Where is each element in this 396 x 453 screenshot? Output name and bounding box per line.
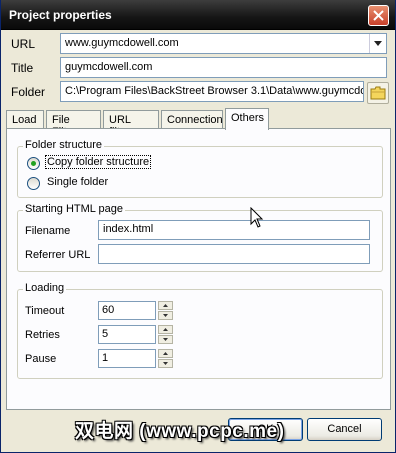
url-combobox[interactable]: www.guymcdowell.com <box>60 33 387 54</box>
tab-label: Connection <box>167 114 223 126</box>
tab-url-filter[interactable]: URL filter <box>103 110 159 138</box>
window-title: Project properties <box>9 8 112 22</box>
folder-structure-title: Folder structure <box>23 139 105 151</box>
browse-folder-button[interactable] <box>367 82 389 104</box>
tab-others[interactable]: Others <box>225 108 269 130</box>
arrow-up-icon <box>163 352 168 355</box>
retries-value: 5 <box>102 328 109 340</box>
pause-spinner[interactable] <box>158 349 173 368</box>
tab-load[interactable]: Load <box>6 110 44 129</box>
pause-label: Pause <box>25 353 57 365</box>
loading-group: Loading Timeout 60 Retries 5 Pause 1 <box>17 282 383 379</box>
title-bar[interactable]: Project properties <box>1 0 395 30</box>
others-tab-panel: Folder structure Copy folder structure S… <box>6 128 391 410</box>
filename-label: Filename <box>25 225 71 237</box>
timeout-down-button[interactable] <box>158 311 173 320</box>
filename-field[interactable]: index.html <box>98 220 370 240</box>
tab-label: Others <box>231 112 265 124</box>
timeout-up-button[interactable] <box>158 301 173 310</box>
retries-field[interactable]: 5 <box>98 325 156 344</box>
arrow-down-icon <box>163 338 168 341</box>
starting-html-page-title: Starting HTML page <box>23 203 126 215</box>
tab-connection[interactable]: Connection <box>161 110 223 129</box>
url-dropdown-button[interactable] <box>369 34 386 53</box>
retries-up-button[interactable] <box>158 325 173 334</box>
tab-label: Load <box>12 114 37 126</box>
referrer-url-field[interactable] <box>98 244 370 264</box>
single-folder-label[interactable]: Single folder <box>47 176 108 188</box>
pause-value: 1 <box>102 352 109 364</box>
url-label: URL <box>11 37 36 51</box>
cancel-button[interactable]: Cancel <box>307 418 382 441</box>
referrer-url-label: Referrer URL <box>25 249 91 261</box>
arrow-up-icon <box>163 304 168 307</box>
mouse-pointer-icon <box>250 207 264 228</box>
close-icon <box>373 10 384 21</box>
pause-down-button[interactable] <box>158 359 173 368</box>
arrow-down-icon <box>163 314 168 317</box>
folder-field[interactable]: C:\Program Files\BackStreet Browser 3.1\… <box>60 81 364 102</box>
title-value: guymcdowell.com <box>65 61 153 73</box>
pause-field[interactable]: 1 <box>98 349 156 368</box>
folder-label: Folder <box>11 85 46 99</box>
retries-label: Retries <box>25 329 60 341</box>
starting-html-page-group: Starting HTML page Filename index.html R… <box>17 203 383 272</box>
pause-up-button[interactable] <box>158 349 173 358</box>
folder-structure-group: Folder structure Copy folder structure S… <box>17 139 383 198</box>
retries-spinner[interactable] <box>158 325 173 344</box>
timeout-value: 60 <box>102 304 115 316</box>
title-label: Title <box>11 61 34 75</box>
single-folder-radio[interactable] <box>27 177 40 190</box>
tab-file-filter[interactable]: File Filter <box>46 110 101 138</box>
arrow-up-icon <box>163 328 168 331</box>
timeout-spinner[interactable] <box>158 301 173 320</box>
arrow-down-icon <box>163 362 168 365</box>
filename-value: index.html <box>103 223 154 235</box>
close-button[interactable] <box>368 5 389 26</box>
timeout-label: Timeout <box>25 305 65 317</box>
cancel-button-label: Cancel <box>327 423 362 435</box>
copy-folder-structure-radio[interactable] <box>27 157 40 170</box>
watermark: 双电网 (www.pcpc.me) <box>75 421 285 442</box>
loading-title: Loading <box>23 282 67 294</box>
url-value: www.guymcdowell.com <box>65 37 179 49</box>
title-field[interactable]: guymcdowell.com <box>60 57 387 78</box>
retries-down-button[interactable] <box>158 335 173 344</box>
folder-icon <box>370 86 386 100</box>
folder-value: C:\Program Files\BackStreet Browser 3.1\… <box>65 85 364 97</box>
copy-folder-structure-label[interactable]: Copy folder structure <box>44 155 152 169</box>
project-properties-dialog: Project properties URL www.guymcdowell.c… <box>0 0 396 453</box>
timeout-field[interactable]: 60 <box>98 301 156 320</box>
chevron-down-icon <box>374 41 382 46</box>
